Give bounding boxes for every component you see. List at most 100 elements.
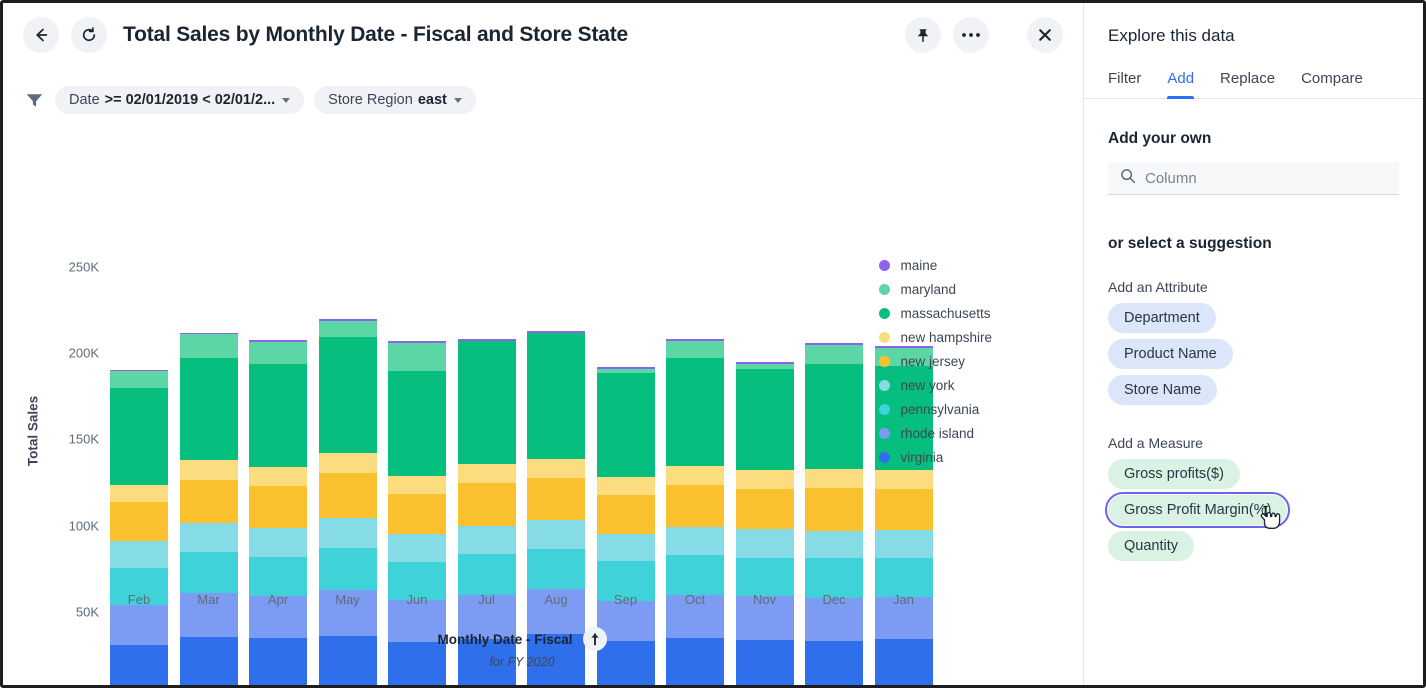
bar-segment[interactable]	[180, 480, 238, 523]
legend-item[interactable]: pennsylvania	[879, 397, 992, 421]
legend-color-swatch	[879, 332, 890, 343]
bar-segment[interactable]	[319, 337, 377, 453]
bar-segment[interactable]	[597, 373, 655, 476]
bar-segment[interactable]	[666, 341, 724, 358]
search-icon	[1120, 168, 1136, 189]
bar-segment[interactable]	[388, 343, 446, 371]
bar-segment[interactable]	[875, 489, 933, 530]
bar-segment[interactable]	[110, 502, 168, 541]
legend-item[interactable]: virginia	[879, 445, 992, 469]
more-options-button[interactable]	[953, 17, 989, 53]
y-axis-tick-label: 250K	[29, 260, 99, 275]
bar-segment[interactable]	[805, 469, 863, 488]
bar-segment[interactable]	[249, 467, 307, 486]
bar-segment[interactable]	[736, 529, 794, 557]
bar-segment[interactable]	[110, 541, 168, 568]
tab-add[interactable]: Add	[1167, 70, 1194, 98]
bar-segment[interactable]	[110, 388, 168, 485]
tab-filter[interactable]: Filter	[1108, 70, 1141, 98]
bar-segment[interactable]	[527, 520, 585, 548]
legend-item[interactable]: rhode island	[879, 421, 992, 445]
bar-segment[interactable]	[388, 494, 446, 535]
bar-segment[interactable]	[875, 470, 933, 488]
bar-segment[interactable]	[666, 527, 724, 555]
legend-item[interactable]: massachusetts	[879, 301, 992, 325]
bar-segment[interactable]	[249, 486, 307, 528]
legend-item[interactable]: maine	[879, 253, 992, 277]
tab-compare[interactable]: Compare	[1301, 70, 1363, 98]
measure-suggestion-pill[interactable]: Gross profits($)	[1108, 459, 1240, 489]
bar-segment[interactable]	[180, 523, 238, 552]
bar-segment[interactable]	[527, 549, 585, 590]
measure-suggestion-pill[interactable]: Gross Profit Margin(%)	[1108, 495, 1287, 525]
attribute-suggestion-pill[interactable]: Department	[1108, 303, 1216, 333]
bar-segment[interactable]	[736, 470, 794, 489]
legend-item[interactable]: new york	[879, 373, 992, 397]
legend-item-label: massachusetts	[900, 306, 990, 321]
bar-segment[interactable]	[249, 342, 307, 364]
bar-segment[interactable]	[180, 334, 238, 358]
bar-segment[interactable]	[736, 558, 794, 597]
x-axis-tick-label: Oct	[666, 592, 724, 607]
bar-segment[interactable]	[666, 485, 724, 527]
bar-segment[interactable]	[249, 528, 307, 556]
side-panel-tabs: Filter Add Replace Compare	[1084, 70, 1423, 99]
bar-segment[interactable]	[666, 466, 724, 485]
bar-segment[interactable]	[527, 333, 585, 459]
close-button[interactable]	[1027, 17, 1063, 53]
back-button[interactable]	[23, 17, 59, 53]
legend-item[interactable]: maryland	[879, 277, 992, 301]
bar-segment[interactable]	[388, 371, 446, 475]
bar-segment[interactable]	[458, 554, 516, 595]
attribute-suggestion-pill[interactable]: Store Name	[1108, 375, 1217, 405]
bar-segment[interactable]	[180, 358, 238, 460]
bar-segment[interactable]	[527, 478, 585, 520]
bar-segment[interactable]	[458, 526, 516, 554]
arrow-up-icon	[589, 632, 601, 646]
bar-segment[interactable]	[180, 552, 238, 593]
bar-segment[interactable]	[110, 371, 168, 387]
measure-suggestion-pill[interactable]: Quantity	[1108, 531, 1194, 561]
bar-segment[interactable]	[319, 321, 377, 337]
y-axis-ticks: 050K100K150K200K250K	[3, 121, 99, 688]
bar-segment[interactable]	[249, 557, 307, 597]
bar-segment[interactable]	[805, 488, 863, 531]
tab-replace[interactable]: Replace	[1220, 70, 1275, 98]
bar-segment[interactable]	[527, 459, 585, 478]
bar-segment[interactable]	[597, 477, 655, 495]
bar-segment[interactable]	[805, 345, 863, 364]
bar-segment[interactable]	[736, 369, 794, 470]
filter-chip-store-region[interactable]: Store Region east	[314, 86, 476, 114]
bar-segment[interactable]	[388, 534, 446, 562]
pin-button[interactable]	[905, 17, 941, 53]
bar-segment[interactable]	[319, 518, 377, 548]
bar-segment[interactable]	[110, 485, 168, 502]
bar-segment[interactable]	[597, 495, 655, 535]
bar-segment[interactable]	[249, 364, 307, 467]
bar-segment[interactable]	[458, 464, 516, 483]
reset-button[interactable]	[71, 17, 107, 53]
bar-segment[interactable]	[875, 530, 933, 558]
bar-segment[interactable]	[597, 534, 655, 561]
legend-item[interactable]: new hampshire	[879, 325, 992, 349]
bar-segment[interactable]	[805, 364, 863, 469]
bar-segment[interactable]	[458, 341, 516, 464]
bar-segment[interactable]	[180, 460, 238, 480]
sort-ascending-button[interactable]	[583, 627, 607, 651]
arrow-left-icon	[32, 26, 50, 44]
attribute-suggestion-pill[interactable]: Product Name	[1108, 339, 1233, 369]
bar-segment[interactable]	[388, 476, 446, 494]
filter-chip-date[interactable]: Date >= 02/01/2019 < 02/01/2...	[55, 86, 304, 114]
legend-item[interactable]: new jersey	[879, 349, 992, 373]
bar-segment[interactable]	[666, 555, 724, 596]
column-search-field[interactable]: Column	[1108, 162, 1399, 195]
x-axis-tick-label: Sep	[597, 592, 655, 607]
filter-icon[interactable]	[23, 93, 45, 108]
bar-segment[interactable]	[805, 531, 863, 559]
bar-segment[interactable]	[319, 473, 377, 518]
bar-segment[interactable]	[458, 483, 516, 525]
bar-segment[interactable]	[736, 489, 794, 530]
bar-segment[interactable]	[319, 548, 377, 590]
bar-segment[interactable]	[666, 358, 724, 466]
bar-segment[interactable]	[319, 453, 377, 473]
